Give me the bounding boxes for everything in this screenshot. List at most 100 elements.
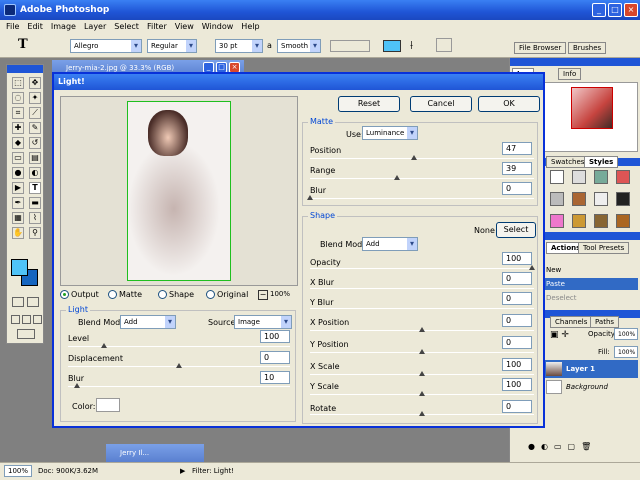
font-style-select[interactable]: Regular [147, 39, 197, 53]
shape-blend-select[interactable]: Add [362, 237, 418, 251]
light-blend-select[interactable]: Add [120, 315, 176, 329]
shape-tool-icon[interactable]: ▬ [29, 197, 41, 209]
align-buttons[interactable] [330, 40, 370, 52]
light-blur-slider[interactable] [68, 386, 290, 387]
y-blur-slider[interactable] [310, 308, 534, 309]
minimize-button[interactable]: _ [592, 3, 606, 17]
pen-tool-icon[interactable]: ✒ [12, 197, 24, 209]
maximize-button[interactable]: □ [608, 3, 622, 17]
displacement-slider-thumb[interactable] [176, 363, 182, 368]
style-swatch[interactable] [594, 192, 608, 206]
x-blur-input[interactable]: 0 [502, 272, 532, 285]
level-slider-thumb[interactable] [101, 343, 107, 348]
brush-tool-icon[interactable]: ✎ [29, 122, 41, 134]
minimized-document[interactable]: Jerry Il... [106, 444, 204, 462]
menu-help[interactable]: Help [241, 20, 259, 34]
shape-radio[interactable]: Shape [158, 290, 194, 299]
trash-icon[interactable]: 🗑 [581, 442, 591, 456]
layer-fill-input[interactable]: 100% [614, 346, 638, 358]
status-zoom-input[interactable]: 100% [4, 465, 32, 477]
eyedropper-icon[interactable]: ⌇ [29, 212, 41, 224]
y-position-slider-thumb[interactable] [419, 349, 425, 354]
style-swatch[interactable] [594, 170, 608, 184]
folder-icon[interactable]: ▭ [554, 442, 562, 456]
style-swatch[interactable] [616, 192, 630, 206]
tab-brushes[interactable]: Brushes [568, 42, 607, 54]
menu-window[interactable]: Window [202, 20, 234, 34]
light-blur-input[interactable]: 10 [260, 371, 290, 384]
style-swatch[interactable] [594, 214, 608, 228]
palettes-toggle-icon[interactable] [436, 38, 452, 52]
zoom-out-button[interactable]: − [258, 290, 268, 300]
opacity-input[interactable]: 100 [502, 252, 532, 265]
y-scale-input[interactable]: 100 [502, 378, 532, 391]
matte-blur-slider[interactable] [310, 198, 534, 199]
tab-info[interactable]: Info [558, 68, 582, 80]
preview-area[interactable] [60, 96, 298, 286]
action-item-selected[interactable]: Paste [544, 278, 638, 290]
blur-tool-icon[interactable]: ● [12, 167, 24, 179]
new-layer-icon[interactable]: ▢ [568, 442, 576, 456]
level-input[interactable]: 100 [260, 330, 290, 343]
y-blur-input[interactable]: 0 [502, 292, 532, 305]
position-input[interactable]: 47 [502, 142, 532, 155]
healing-brush-icon[interactable]: ✚ [12, 122, 24, 134]
style-swatch[interactable] [572, 214, 586, 228]
menu-view[interactable]: View [175, 20, 194, 34]
original-radio[interactable]: Original [206, 290, 248, 299]
position-slider[interactable] [310, 158, 534, 159]
hand-tool-icon[interactable]: ✋ [12, 227, 24, 239]
layers-footer-buttons[interactable]: ● ◐ ▭ ▢ 🗑 [528, 442, 640, 456]
y-position-input[interactable]: 0 [502, 336, 532, 349]
x-scale-input[interactable]: 100 [502, 358, 532, 371]
menu-edit[interactable]: Edit [27, 20, 43, 34]
slice-tool-icon[interactable]: ⟋ [29, 107, 41, 119]
menu-image[interactable]: Image [51, 20, 76, 34]
marquee-tool-icon[interactable]: ⬚ [12, 77, 24, 89]
standard-mode-icon[interactable] [12, 297, 24, 307]
y-scale-slider-thumb[interactable] [419, 391, 425, 396]
type-tool-icon[interactable]: T [29, 182, 41, 194]
rotate-input[interactable]: 0 [502, 400, 532, 413]
tab-channels[interactable]: Channels [550, 316, 593, 328]
notes-tool-icon[interactable]: ▦ [12, 212, 24, 224]
ok-button[interactable]: OK [478, 96, 540, 112]
move-tool-icon[interactable]: ✥ [29, 77, 41, 89]
font-size-select[interactable]: 30 pt [215, 39, 263, 53]
foreground-color-swatch[interactable] [11, 259, 28, 276]
magic-wand-icon[interactable]: ✦ [29, 92, 41, 104]
lasso-tool-icon[interactable]: ◌ [12, 92, 24, 104]
style-swatch[interactable] [550, 192, 564, 206]
use-select[interactable]: Luminance [362, 126, 418, 140]
style-swatch[interactable] [616, 170, 630, 184]
anti-alias-select[interactable]: Smooth [277, 39, 321, 53]
x-position-slider-thumb[interactable] [419, 327, 425, 332]
mask-icon[interactable]: ◐ [541, 442, 548, 456]
style-swatch[interactable] [550, 214, 564, 228]
menu-layer[interactable]: Layer [84, 20, 106, 34]
text-color-swatch[interactable] [383, 40, 401, 52]
cancel-button[interactable]: Cancel [410, 96, 472, 112]
opacity-slider[interactable] [310, 268, 534, 269]
layer-opacity-input[interactable]: 100% [614, 328, 638, 340]
zoom-tool-icon[interactable]: ⚲ [29, 227, 41, 239]
x-scale-slider-thumb[interactable] [419, 371, 425, 376]
jump-to-imageready-icon[interactable] [17, 329, 35, 339]
clone-stamp-icon[interactable]: ◆ [12, 137, 24, 149]
status-arrow-icon[interactable]: ▶ [180, 463, 185, 479]
screen-mode-full-icon[interactable] [33, 315, 42, 324]
matte-blur-slider-thumb[interactable] [307, 195, 313, 200]
position-slider-thumb[interactable] [411, 155, 417, 160]
menu-filter[interactable]: Filter [147, 20, 167, 34]
eraser-tool-icon[interactable]: ▭ [12, 152, 24, 164]
rotate-slider-thumb[interactable] [419, 411, 425, 416]
range-input[interactable]: 39 [502, 162, 532, 175]
menu-select[interactable]: Select [114, 20, 139, 34]
style-swatch[interactable] [616, 214, 630, 228]
matte-radio[interactable]: Matte [108, 290, 142, 299]
screen-mode-full-menu-icon[interactable] [22, 315, 31, 324]
quick-mask-icon[interactable] [27, 297, 39, 307]
tab-paths[interactable]: Paths [590, 316, 620, 328]
warp-text-icon[interactable]: ⟊ [410, 38, 413, 53]
select-shape-button[interactable]: Select [496, 222, 536, 238]
